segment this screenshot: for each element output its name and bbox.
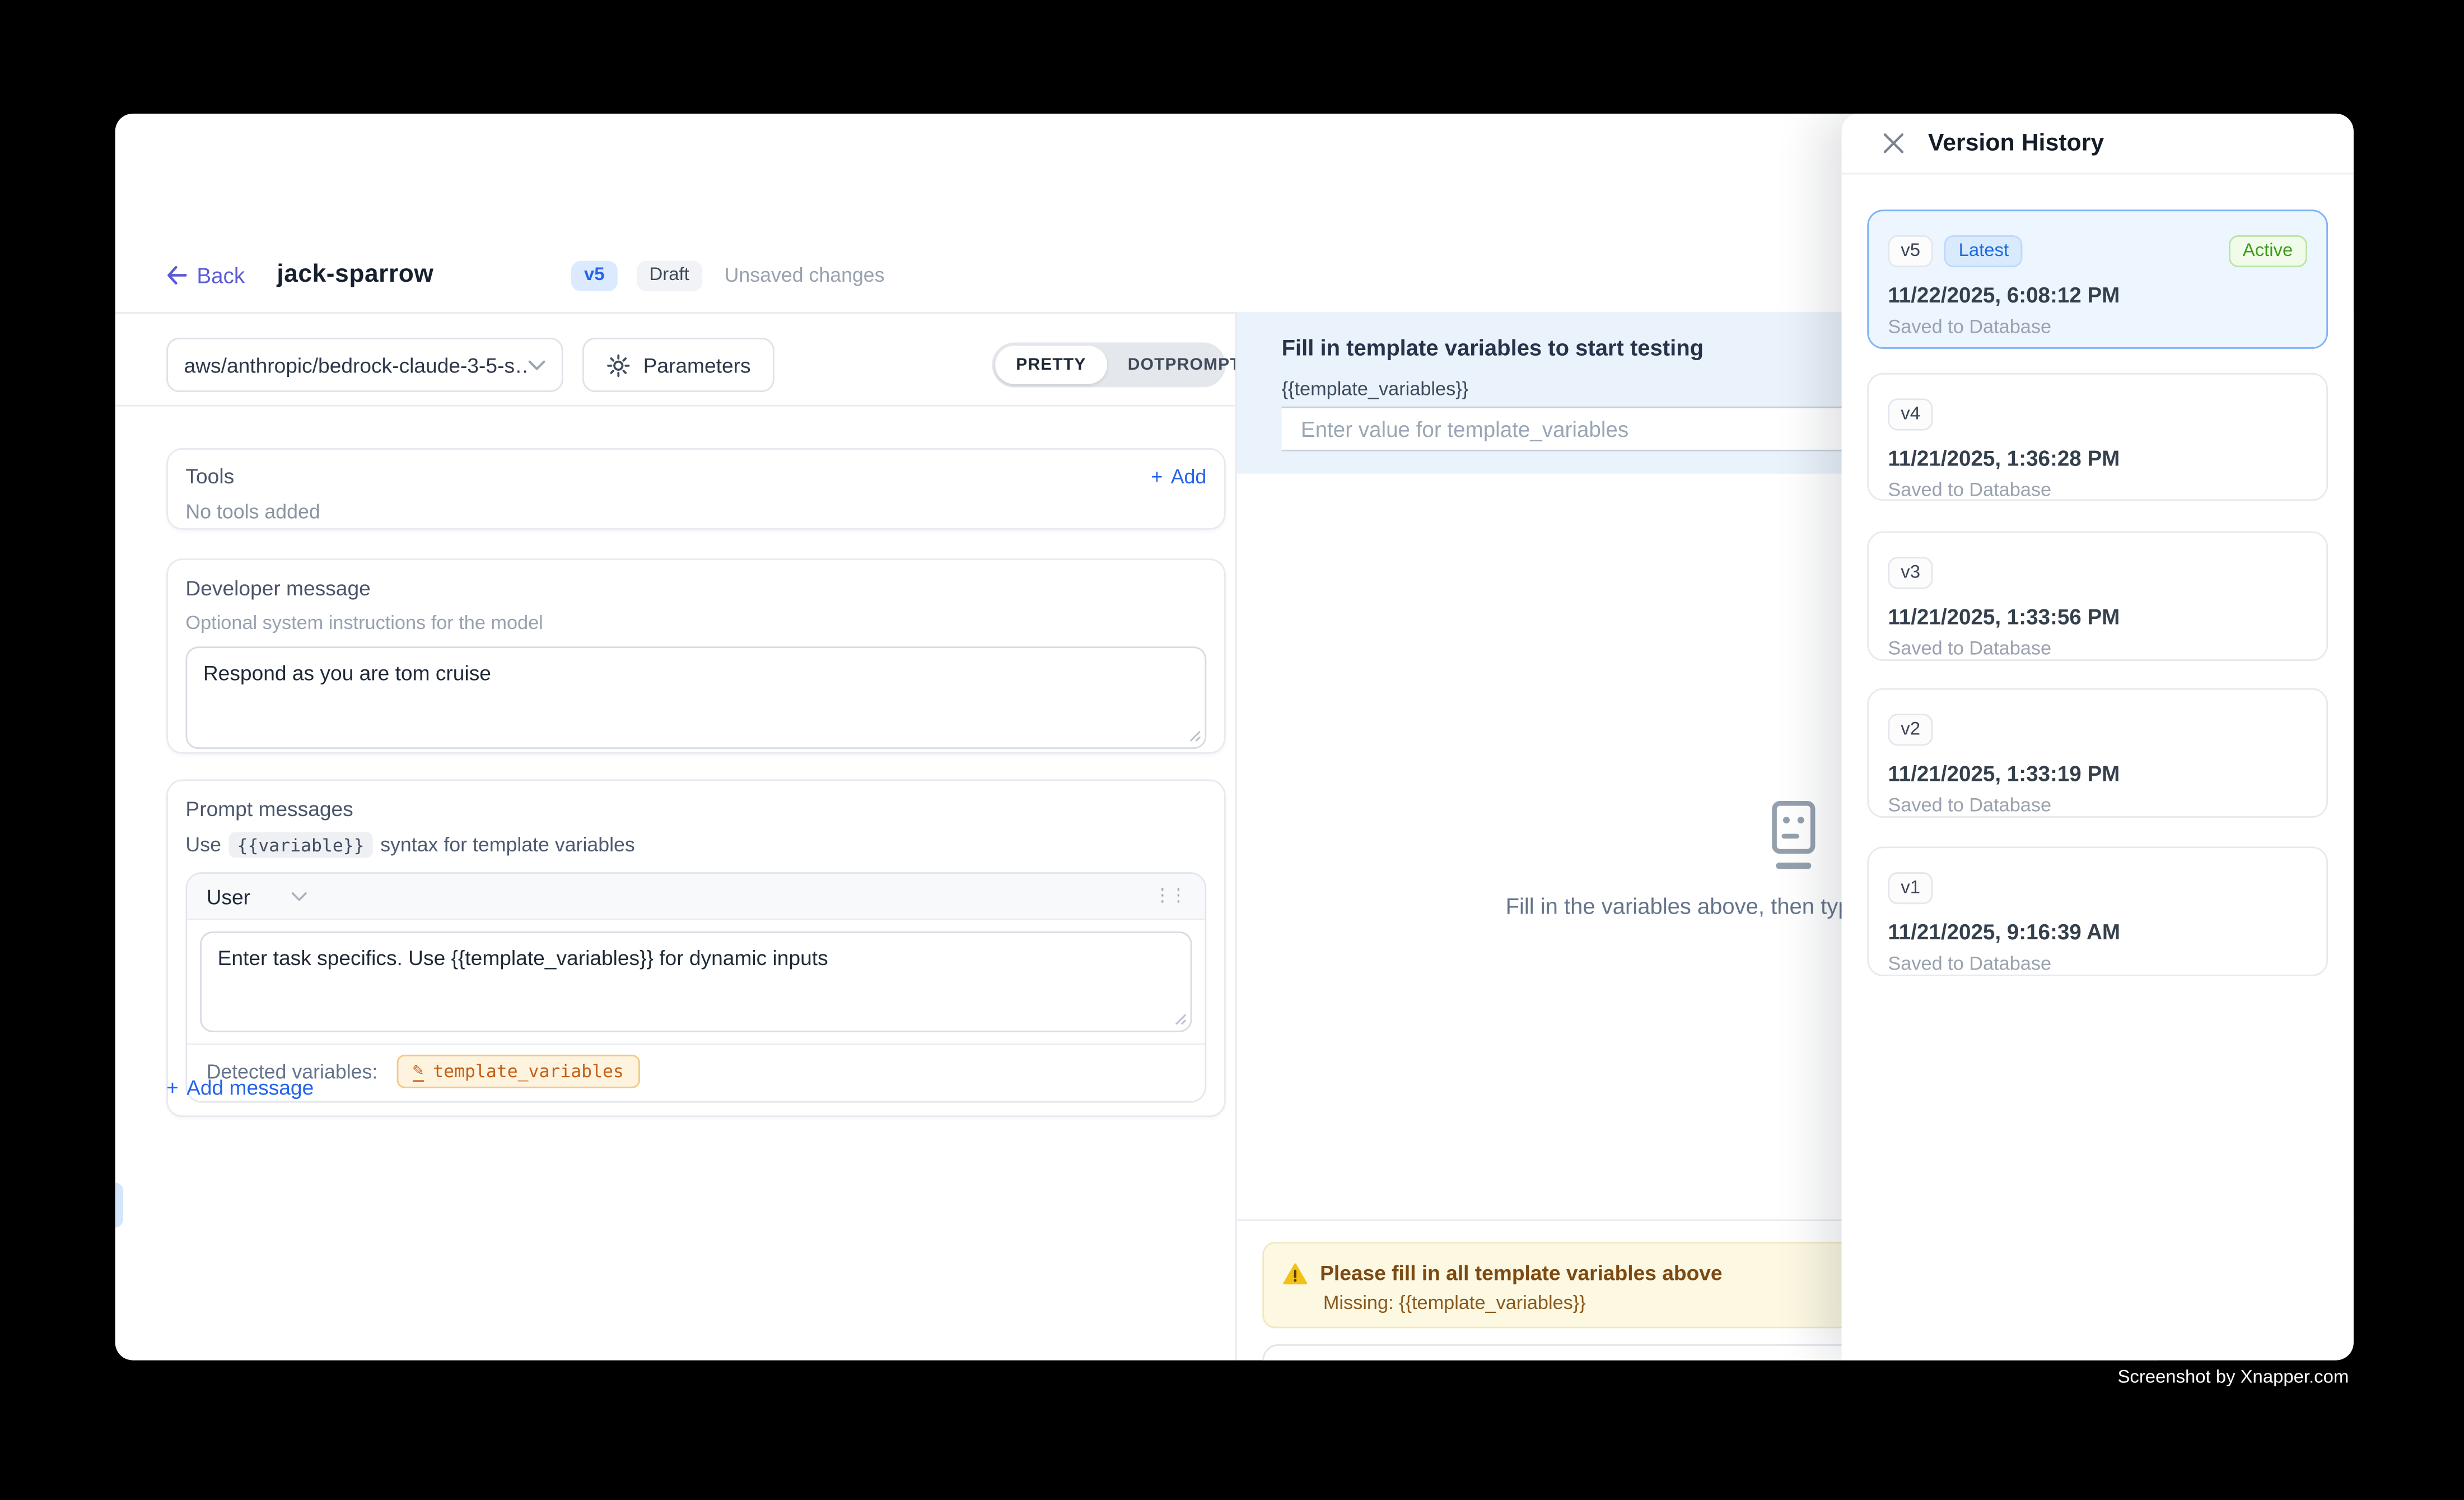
version-timestamp: 11/21/2025, 1:33:56 PM: [1888, 605, 2307, 629]
version-history-header: Version History: [1842, 114, 2354, 175]
model-select-value: aws/anthropic/bedrock-claude-3-5-s…: [184, 353, 528, 377]
template-variable-label: {{template_variables}}: [1282, 378, 1469, 400]
add-message-row: + Add message: [166, 1074, 314, 1102]
developer-message-section: Developer message Optional system instru…: [166, 558, 1225, 754]
close-icon[interactable]: [1883, 133, 1904, 153]
version-item-v5[interactable]: v5 Latest Active 11/22/2025, 6:08:12 PM …: [1867, 209, 2328, 349]
syntax-hint: Use {{variable}} syntax for template var…: [185, 832, 1206, 858]
developer-message-hint: Optional system instructions for the mod…: [185, 611, 1206, 633]
warning-triangle-icon: [1283, 1262, 1307, 1284]
version-tag: v3: [1888, 557, 1933, 589]
message-content-input[interactable]: Enter task specifics. Use {{template_var…: [200, 931, 1192, 1032]
variable-syntax-chip: {{variable}}: [229, 832, 372, 858]
tools-label: Tools: [185, 464, 234, 488]
watermark-text: Screenshot by Xnapper.com: [2117, 1368, 2349, 1387]
active-badge: Active: [2228, 235, 2307, 267]
bot-face-icon: [1765, 799, 1822, 872]
prompt-messages-label: Prompt messages: [185, 797, 1206, 821]
parameters-label: Parameters: [643, 353, 751, 377]
add-message-button[interactable]: + Add message: [166, 1075, 314, 1100]
screenshot-stage: Back jack-sparrow v5 Draft Unsaved chang…: [0, 0, 2464, 1500]
banner-title: Fill in template variables to start test…: [1282, 334, 1704, 360]
developer-message-input[interactable]: Respond as you are tom cruise: [185, 646, 1206, 749]
back-label: Back: [197, 263, 245, 287]
add-tool-label: Add: [1171, 465, 1207, 487]
toolbar-divider: [115, 405, 1235, 407]
detected-variable-chip[interactable]: ✎ template_variables: [397, 1055, 640, 1088]
version-tag: v1: [1888, 872, 1933, 904]
version-timestamp: 11/21/2025, 1:36:28 PM: [1888, 446, 2307, 471]
chevron-down-icon[interactable]: [292, 891, 308, 902]
toggle-pretty[interactable]: PRETTY: [995, 346, 1107, 384]
left-edge-handle[interactable]: [115, 1182, 123, 1227]
pencil-icon: ✎: [413, 1061, 423, 1082]
developer-message-label: Developer message: [185, 576, 1206, 600]
message-body: Enter task specifics. Use {{template_var…: [187, 920, 1205, 1101]
parameters-button[interactable]: Parameters: [582, 338, 774, 392]
drag-handle-icon[interactable]: ⋮⋮: [1154, 887, 1186, 905]
warning-title: Please fill in all template variables ab…: [1320, 1261, 1722, 1285]
syntax-suffix: syntax for template variables: [380, 834, 635, 856]
syntax-prefix: Use: [185, 834, 221, 856]
arrow-left-icon: [166, 265, 187, 285]
version-tag: v4: [1888, 398, 1933, 430]
detected-variables-row: Detected variables: ✎ template_variables: [187, 1044, 1205, 1101]
version-status: Saved to Database: [1888, 794, 2307, 816]
header: Back jack-sparrow v5 Draft Unsaved chang…: [115, 254, 1842, 296]
message-block: User ⋮⋮ Enter task specifics. Use {{temp…: [185, 872, 1206, 1103]
message-header: User ⋮⋮: [187, 874, 1205, 920]
tools-empty-text: No tools added: [185, 501, 1206, 523]
latest-badge: Latest: [1944, 235, 2023, 267]
unsaved-changes-label: Unsaved changes: [725, 264, 885, 286]
model-select[interactable]: aws/anthropic/bedrock-claude-3-5-s…: [166, 338, 563, 392]
message-role-select-value[interactable]: User: [207, 884, 250, 909]
version-badge: v5: [571, 260, 617, 290]
version-timestamp: 11/21/2025, 1:33:19 PM: [1888, 762, 2307, 786]
add-tool-button[interactable]: + Add: [1151, 465, 1207, 487]
version-tag: v5: [1888, 235, 1933, 267]
app-window: Back jack-sparrow v5 Draft Unsaved chang…: [115, 114, 2354, 1361]
page-title: jack-sparrow: [277, 261, 433, 290]
version-status: Saved to Database: [1888, 637, 2307, 659]
version-history-title: Version History: [1928, 129, 2104, 157]
draft-badge: Draft: [637, 260, 702, 290]
plus-icon: +: [166, 1075, 179, 1100]
resize-grip-icon[interactable]: [1189, 730, 1202, 743]
add-message-label: Add message: [186, 1075, 314, 1100]
version-history-panel: Version History v5 Latest Active 11/22/2…: [1842, 114, 2354, 1361]
gear-icon: [606, 353, 631, 377]
version-tag: v2: [1888, 714, 1933, 746]
version-status: Saved to Database: [1888, 952, 2307, 975]
version-timestamp: 11/22/2025, 6:08:12 PM: [1888, 283, 2307, 308]
detected-variable-name: template_variables: [433, 1061, 624, 1082]
empty-state-text: Fill in the variables above, then typ: [1506, 893, 1851, 919]
version-item-v4[interactable]: v4 11/21/2025, 1:36:28 PM Saved to Datab…: [1867, 373, 2328, 501]
version-status: Saved to Database: [1888, 478, 2307, 501]
version-item-v1[interactable]: v1 11/21/2025, 9:16:39 AM Saved to Datab…: [1867, 846, 2328, 976]
tools-section: Tools + Add No tools added: [166, 448, 1225, 530]
version-item-v3[interactable]: v3 11/21/2025, 1:33:56 PM Saved to Datab…: [1867, 532, 2328, 661]
back-button[interactable]: Back: [166, 263, 245, 287]
chevron-down-icon: [528, 359, 545, 370]
format-toggle: PRETTY DOTPROMPT: [992, 342, 1225, 387]
version-item-v2[interactable]: v2 11/21/2025, 1:33:19 PM Saved to Datab…: [1867, 688, 2328, 818]
plus-icon: +: [1151, 465, 1163, 487]
version-status: Saved to Database: [1888, 315, 2307, 338]
prompt-messages-section: Prompt messages Use {{variable}} syntax …: [166, 779, 1225, 1117]
resize-grip-icon[interactable]: [1174, 1013, 1187, 1026]
version-timestamp: 11/21/2025, 9:16:39 AM: [1888, 920, 2307, 944]
